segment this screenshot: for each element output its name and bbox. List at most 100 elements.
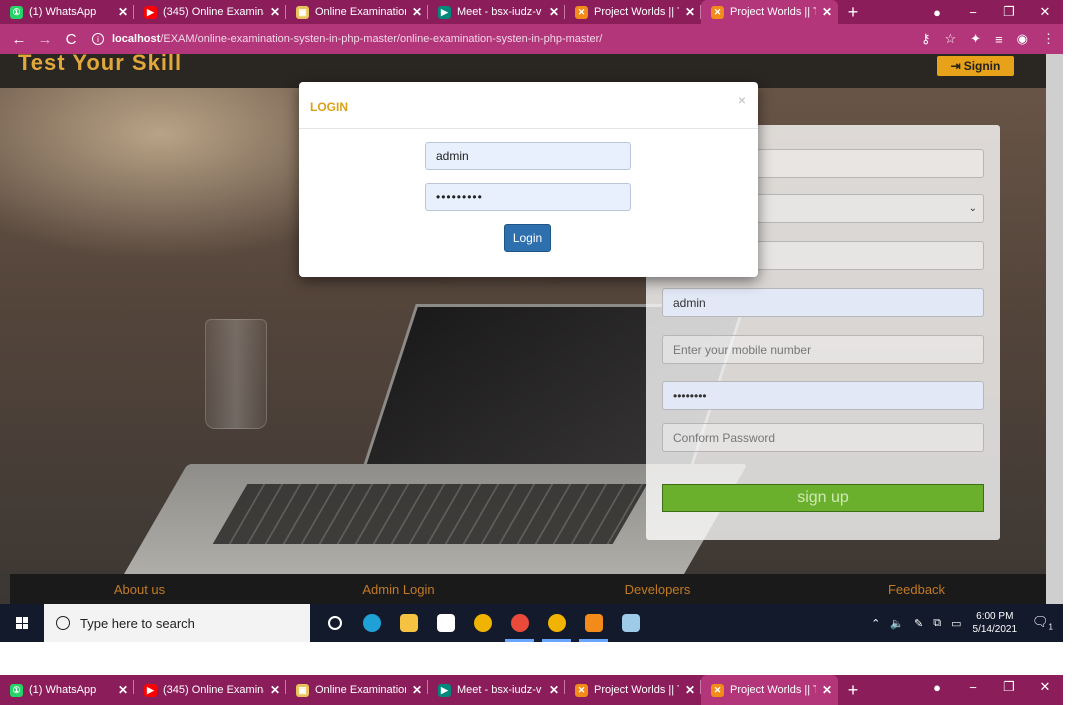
reload-button[interactable]: C xyxy=(58,31,84,48)
tab-close-icon[interactable]: ✕ xyxy=(822,683,832,697)
tab-close-icon[interactable]: ✕ xyxy=(118,5,128,19)
pen-icon[interactable]: ✎ xyxy=(914,617,923,630)
footer-link-feedback[interactable]: Feedback xyxy=(787,582,1046,597)
tab-label: Project Worlds || TEST xyxy=(730,684,816,696)
store-icon-glyph xyxy=(436,614,455,632)
chevron-up-icon[interactable]: ⌃ xyxy=(871,617,880,630)
paint-icon-glyph xyxy=(621,614,640,632)
tab-close-icon[interactable]: ✕ xyxy=(118,683,128,697)
close-window-button[interactable]: ✕ xyxy=(1027,679,1063,695)
tab-close-icon[interactable]: ✕ xyxy=(685,683,695,697)
tab-4[interactable]: ▶ Meet - bsx-iudz-v ✕ xyxy=(428,0,565,24)
xampp-icon[interactable] xyxy=(575,604,612,642)
signup-button[interactable]: sign up xyxy=(662,484,984,512)
profile-icon[interactable]: ● xyxy=(919,680,955,695)
tab-close-icon[interactable]: ✕ xyxy=(549,5,559,19)
page-scrollbar[interactable] xyxy=(1046,54,1063,604)
tab-2[interactable]: ▶ (345) Online Examinat ✕ xyxy=(134,0,286,24)
notification-icon[interactable]: 🗨1 xyxy=(1032,614,1053,632)
tab-label: (345) Online Examinat xyxy=(163,6,264,18)
tab-close-icon[interactable]: ✕ xyxy=(270,5,280,19)
file-explorer-icon[interactable] xyxy=(390,604,427,642)
edge-icon[interactable] xyxy=(353,604,390,642)
taskbar-search[interactable]: Type here to search xyxy=(44,604,310,642)
chrome-profile-icon[interactable] xyxy=(501,604,538,642)
url-field[interactable]: i localhost/EXAM/online-examination-syst… xyxy=(92,33,602,45)
page-icon: ▣ xyxy=(296,5,309,19)
footer-link-developers[interactable]: Developers xyxy=(528,582,787,597)
meet-icon: ▶ xyxy=(438,5,451,19)
extensions-icon[interactable]: ✦ xyxy=(970,31,981,47)
tab-strip: ① (1) WhatsApp ✕ ▶ (345) Online Examinat ✕ ▣ On… xyxy=(0,0,1063,24)
tab-5[interactable]: ✕ Project Worlds || TEST ✕ xyxy=(565,675,701,705)
whatsapp-icon: ① xyxy=(10,5,23,19)
new-tab-button-secondary[interactable]: + xyxy=(838,675,868,705)
tab-6[interactable]: ✕ Project Worlds || TEST ✕ xyxy=(701,675,838,705)
tab-3[interactable]: ▣ Online Examination Sy ✕ xyxy=(286,675,428,705)
tab-close-icon[interactable]: ✕ xyxy=(685,5,695,19)
tab-6[interactable]: ✕ Project Worlds || TEST ✕ xyxy=(701,0,838,24)
reading-list-icon[interactable]: ≡ xyxy=(995,32,1003,47)
cortana-icon[interactable] xyxy=(316,604,353,642)
clock[interactable]: 6:00 PM 5/14/2021 xyxy=(973,610,1018,636)
chrome-profile-2-icon[interactable] xyxy=(538,604,575,642)
signup-field-5[interactable]: Enter your mobile number xyxy=(662,335,984,364)
url-path: /EXAM/online-examination-systen-in-php-m… xyxy=(160,33,603,45)
xampp-icon: ✕ xyxy=(711,5,724,19)
start-button[interactable] xyxy=(0,604,44,642)
avatar-icon[interactable]: ◉ xyxy=(1017,31,1028,47)
back-button[interactable]: ← xyxy=(6,31,32,48)
modal-close-button[interactable]: × xyxy=(738,92,746,108)
xampp-icon: ✕ xyxy=(575,5,588,19)
notification-count: 1 xyxy=(1048,622,1053,632)
forward-button[interactable]: → xyxy=(32,31,58,48)
profile-icon[interactable]: ● xyxy=(919,5,955,20)
url-host: localhost xyxy=(112,33,161,45)
windows-icon xyxy=(16,617,28,629)
tab-1[interactable]: ① (1) WhatsApp ✕ xyxy=(0,675,134,705)
volume-icon[interactable]: 🔈 xyxy=(890,617,904,630)
minimize-button[interactable]: − xyxy=(955,680,991,695)
footer-link-about[interactable]: About us xyxy=(10,582,269,597)
tab-strip-secondary: ① (1) WhatsApp ✕ ▶ (345) Online Examinat ✕ ▣ On… xyxy=(0,675,1063,705)
tab-3[interactable]: ▣ Online Examination Sy ✕ xyxy=(286,0,428,24)
paint-icon[interactable] xyxy=(612,604,649,642)
tab-close-icon[interactable]: ✕ xyxy=(412,5,422,19)
tab-close-icon[interactable]: ✕ xyxy=(412,683,422,697)
tab-4[interactable]: ▶ Meet - bsx-iudz-v ✕ xyxy=(428,675,565,705)
chrome-profile-2-icon-glyph xyxy=(547,614,566,632)
new-tab-button[interactable]: + xyxy=(838,0,868,24)
window-controls: ● − ❐ ✕ xyxy=(919,0,1063,24)
login-button[interactable]: Login xyxy=(504,224,551,252)
network-icon[interactable]: ⧉ xyxy=(933,617,941,630)
signup-field-7[interactable]: Conform Password xyxy=(662,423,984,452)
signin-button[interactable]: ⇥ Signin xyxy=(937,56,1014,76)
username-input[interactable]: admin xyxy=(425,142,631,170)
tab-5[interactable]: ✕ Project Worlds || TEST ✕ xyxy=(565,0,701,24)
tab-1[interactable]: ① (1) WhatsApp ✕ xyxy=(0,0,134,24)
star-icon[interactable]: ☆ xyxy=(945,31,957,47)
store-icon[interactable] xyxy=(427,604,464,642)
minimize-button[interactable]: − xyxy=(955,5,991,20)
xampp-icon: ✕ xyxy=(575,683,588,697)
taskbar-search-placeholder: Type here to search xyxy=(80,615,195,631)
signup-field-6[interactable]: •••••••• xyxy=(662,381,984,410)
tab-close-icon[interactable]: ✕ xyxy=(822,5,832,19)
footer-link-admin-login[interactable]: Admin Login xyxy=(269,582,528,597)
maximize-button[interactable]: ❐ xyxy=(991,4,1027,20)
site-info-icon[interactable]: i xyxy=(92,33,104,45)
menu-icon[interactable]: ⋮ xyxy=(1042,31,1055,47)
tab-close-icon[interactable]: ✕ xyxy=(549,683,559,697)
signin-label: Signin xyxy=(963,59,1001,73)
signup-field-4[interactable]: admin xyxy=(662,288,984,317)
tab-close-icon[interactable]: ✕ xyxy=(270,683,280,697)
key-icon[interactable]: ⚷ xyxy=(921,31,931,47)
password-input[interactable]: ••••••••• xyxy=(425,183,631,211)
chrome-icon[interactable] xyxy=(464,604,501,642)
clock-time: 6:00 PM xyxy=(976,611,1014,622)
signup-field-text: •••••••• xyxy=(673,388,707,403)
tab-2[interactable]: ▶ (345) Online Examinat ✕ xyxy=(134,675,286,705)
close-window-button[interactable]: ✕ xyxy=(1027,4,1063,20)
maximize-button[interactable]: ❐ xyxy=(991,679,1027,695)
battery-icon[interactable]: ▭ xyxy=(951,617,961,630)
